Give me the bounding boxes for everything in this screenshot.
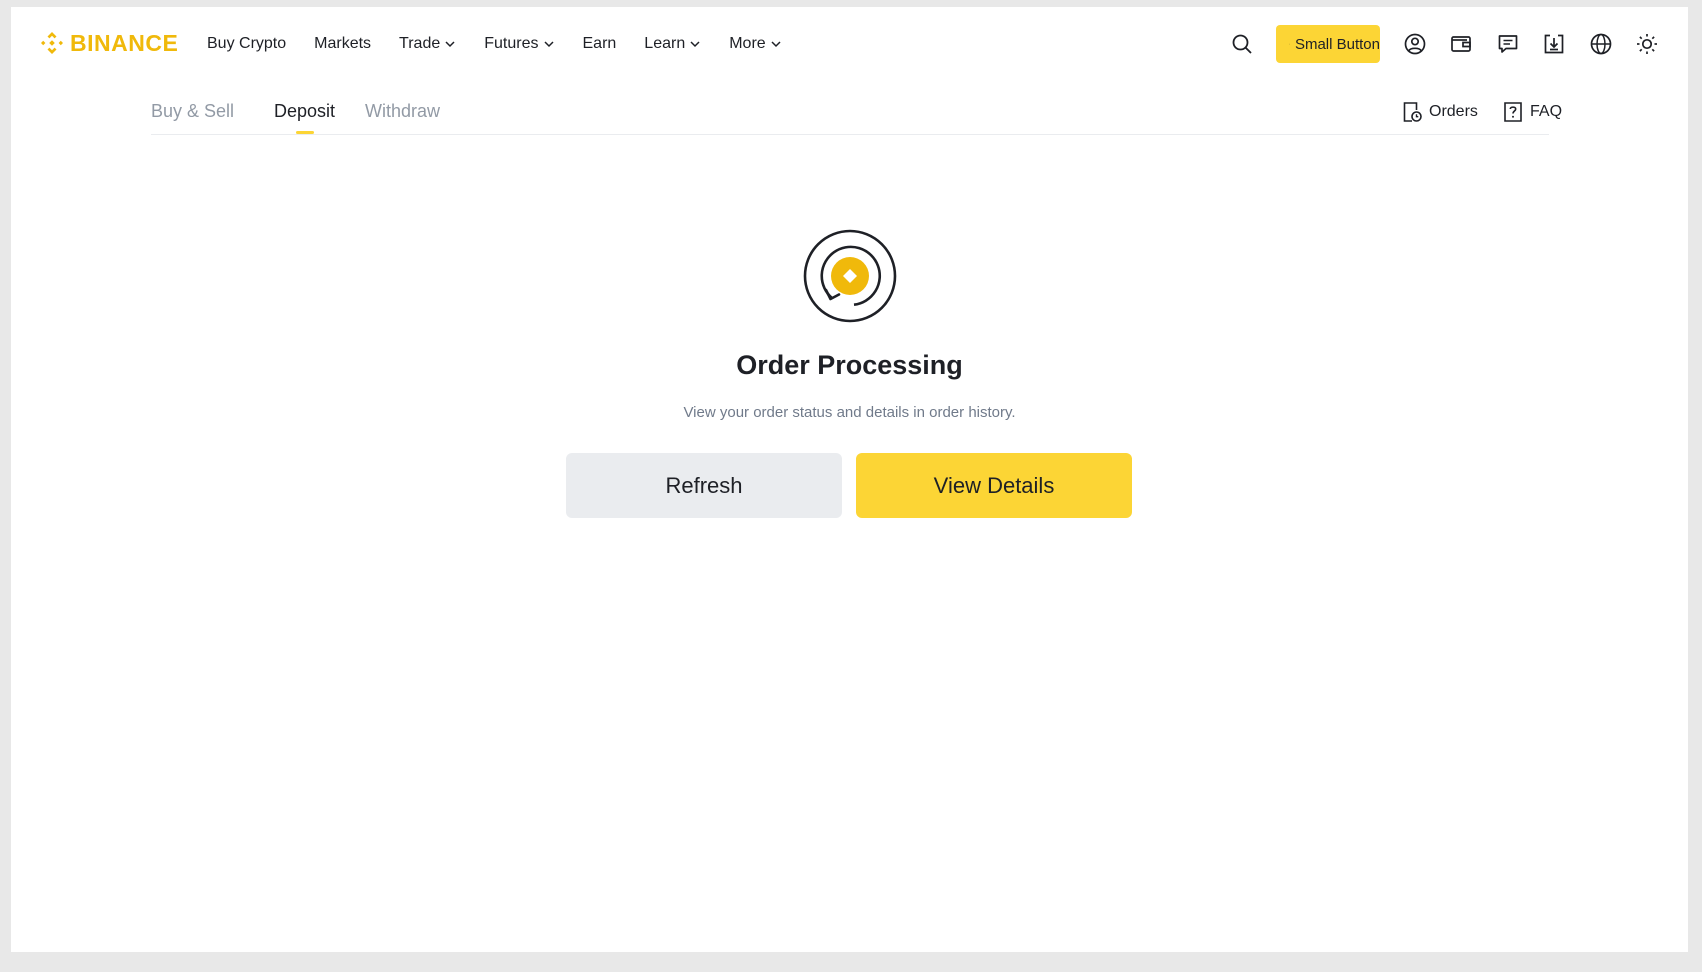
refresh-button[interactable]: Refresh (566, 453, 842, 518)
nav-label: More (729, 35, 766, 52)
wallet-icon[interactable] (1449, 32, 1473, 56)
chevron-down-icon (690, 41, 700, 48)
messages-icon[interactable] (1496, 32, 1520, 56)
nav-markets[interactable]: Markets (314, 35, 371, 53)
search-icon[interactable] (1230, 32, 1254, 56)
user-icon[interactable] (1403, 32, 1427, 56)
page-frame: BINANCE Buy Crypto Markets Trade Futures… (11, 7, 1688, 952)
chevron-down-icon (771, 41, 781, 48)
nav-buy-crypto[interactable]: Buy Crypto (207, 35, 286, 53)
nav-label: Buy Crypto (207, 35, 287, 52)
faq-link[interactable]: FAQ (1502, 101, 1562, 123)
nav-label: Learn (644, 35, 686, 52)
nav-futures[interactable]: Futures (484, 35, 554, 53)
nav-earn[interactable]: Earn (583, 35, 617, 53)
status-title: Order Processing (736, 350, 963, 380)
view-details-button[interactable]: View Details (856, 453, 1132, 518)
binance-logo-icon (41, 32, 63, 54)
tab-buy-sell[interactable]: Buy & Sell (151, 101, 234, 122)
globe-icon[interactable] (1589, 32, 1613, 56)
top-header: BINANCE Buy Crypto Markets Trade Futures… (11, 7, 1688, 81)
orders-icon (1403, 102, 1422, 122)
orders-link[interactable]: Orders (1401, 101, 1478, 123)
chevron-down-icon (445, 41, 455, 48)
faq-label: FAQ (1530, 103, 1563, 120)
download-small-button[interactable]: Small Button (1276, 25, 1380, 63)
nav-learn[interactable]: Learn (644, 35, 701, 53)
nav-trade[interactable]: Trade (399, 35, 456, 53)
tab-withdraw[interactable]: Withdraw (365, 101, 440, 122)
nav-label: Futures (484, 35, 539, 52)
download-icon (1289, 43, 1290, 45)
active-tab-indicator (296, 131, 314, 134)
brand-name: BINANCE (70, 29, 179, 56)
nav-label: Trade (399, 35, 441, 52)
theme-sun-icon[interactable] (1635, 32, 1659, 56)
tab-deposit[interactable]: Deposit (274, 101, 335, 122)
download-button-label: Small Button (1294, 35, 1380, 53)
binance-logo[interactable]: BINANCE (38, 29, 178, 57)
order-processing-icon (803, 229, 897, 323)
nav-more[interactable]: More (729, 35, 781, 53)
sub-navigation: Buy & Sell Deposit Withdraw Orders FAQ (151, 81, 1562, 135)
status-description: View your order status and details in or… (683, 404, 1016, 421)
nav-label: Earn (582, 35, 617, 52)
orders-label: Orders (1429, 103, 1478, 120)
main-nav: Buy Crypto Markets Trade Futures Earn Le… (207, 7, 810, 81)
download-app-icon[interactable] (1542, 32, 1566, 56)
faq-icon (1504, 102, 1522, 122)
chevron-down-icon (543, 41, 554, 48)
nav-label: Markets (314, 35, 372, 52)
